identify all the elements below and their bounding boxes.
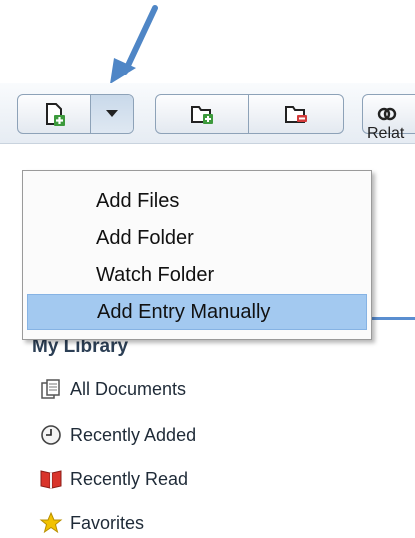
remove-folder-button[interactable] [248, 95, 343, 133]
menu-item-add-files[interactable]: Add Files [27, 183, 367, 219]
book-icon [38, 466, 64, 492]
folder-remove-icon [285, 106, 307, 123]
add-dropdown-button[interactable] [90, 95, 133, 133]
library-item-label: Favorites [70, 512, 145, 533]
create-folder-button[interactable] [156, 95, 248, 133]
clock-icon [38, 422, 64, 448]
folder-button-group [155, 94, 344, 134]
documents-icon [38, 376, 64, 402]
folder-add-icon [191, 106, 213, 124]
menu-item-label: Add Entry Manually [97, 300, 271, 323]
library-item-all-documents[interactable]: All Documents [38, 374, 186, 404]
library-item-label: Recently Added [70, 424, 197, 445]
selection-indicator-line [371, 317, 415, 320]
library-item-recently-read[interactable]: Recently Read [38, 464, 188, 494]
menu-item-label: Add Files [96, 189, 180, 212]
add-dropdown-menu: Add Files Add Folder Watch Folder Add En… [22, 170, 372, 340]
library-item-recently-added[interactable]: Recently Added [38, 420, 196, 450]
add-document-icon [46, 103, 65, 126]
related-icon [377, 107, 397, 121]
menu-item-add-entry-manually[interactable]: Add Entry Manually [27, 294, 367, 330]
menu-item-watch-folder[interactable]: Watch Folder [27, 257, 367, 293]
chevron-down-icon [106, 110, 118, 117]
menu-item-label: Watch Folder [96, 263, 215, 286]
add-button-group [17, 94, 134, 134]
toolbar [0, 83, 415, 144]
menu-item-add-folder[interactable]: Add Folder [27, 220, 367, 256]
library-item-label: All Documents [70, 378, 187, 399]
menu-item-label: Add Folder [96, 226, 194, 249]
star-icon [38, 510, 64, 536]
add-files-button[interactable] [18, 95, 90, 133]
related-label: Relat [367, 125, 405, 142]
library-item-label: Recently Read [70, 468, 189, 489]
